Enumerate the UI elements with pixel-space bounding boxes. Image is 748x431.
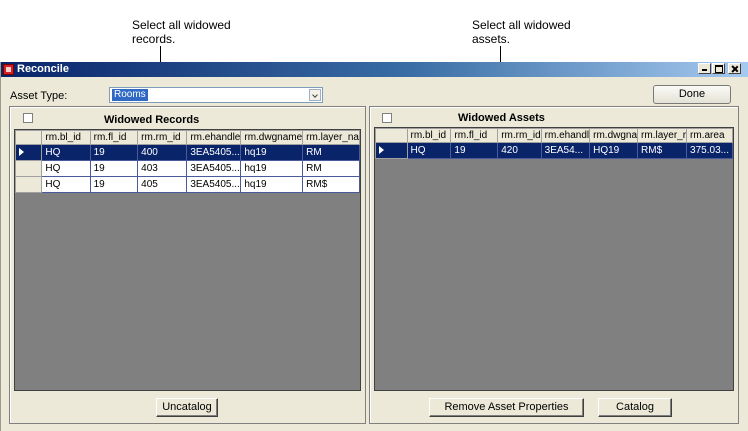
table-cell[interactable]: HQ [406, 142, 452, 159]
column-header[interactable]: rm.area [686, 128, 733, 143]
select-all-records-checkbox[interactable] [23, 113, 33, 123]
records-table: rm.bl_id rm.fl_id rm.rm_id rm.ehandle rm… [14, 130, 360, 193]
asset-type-dropdown[interactable]: Rooms [109, 87, 323, 103]
catalog-button[interactable]: Catalog [598, 398, 672, 417]
table-cell[interactable]: RM$ [637, 142, 688, 159]
assets-table: rm.bl_id rm.fl_id rm.rm_id rm.ehandl rm.… [375, 128, 733, 159]
column-header[interactable]: rm.dwgname [240, 130, 304, 145]
title-bar[interactable]: Reconcile [1, 62, 748, 77]
table-cell[interactable]: 375.03... [686, 142, 733, 159]
assets-grid[interactable]: rm.bl_id rm.fl_id rm.rm_id rm.ehandl rm.… [374, 127, 734, 391]
uncatalog-button[interactable]: Uncatalog [156, 398, 218, 417]
column-header[interactable]: rm.bl_id [41, 130, 91, 145]
grid-corner [375, 128, 408, 143]
widowed-records-panel: Widowed Records rm.bl_id rm.fl_id rm.rm_… [9, 106, 366, 424]
table-cell[interactable]: 3EA5405... [186, 160, 242, 177]
table-cell[interactable]: hq19 [240, 160, 304, 177]
row-selector[interactable] [14, 176, 43, 193]
current-row-arrow-icon [19, 148, 24, 157]
chevron-down-icon[interactable] [309, 89, 321, 101]
callout-line-1: Select all widowed [472, 18, 571, 32]
callout-line-2: assets. [472, 32, 511, 46]
table-cell[interactable]: 19 [89, 144, 139, 161]
window-controls [698, 63, 741, 74]
table-cell[interactable]: 19 [89, 176, 139, 193]
table-row[interactable]: HQ 19 400 3EA5405... hq19 RM [14, 144, 360, 161]
table-cell[interactable]: 3EA5405... [186, 176, 242, 193]
widowed-assets-panel: Widowed Assets rm.bl_id rm.fl_id rm.rm_i… [369, 106, 739, 424]
select-all-assets-checkbox[interactable] [382, 113, 392, 123]
table-cell[interactable]: hq19 [240, 144, 304, 161]
table-row[interactable]: HQ 19 403 3EA5405... hq19 RM [14, 160, 360, 177]
widowed-assets-title: Widowed Assets [458, 112, 545, 124]
column-header[interactable]: rm.dwgna [589, 128, 639, 143]
callout-line-2: records. [132, 32, 176, 46]
column-header[interactable]: rm.ehandl [540, 128, 591, 143]
table-cell[interactable]: 403 [137, 160, 188, 177]
column-header[interactable]: rm.fl_id [450, 128, 499, 143]
records-header-row: rm.bl_id rm.fl_id rm.rm_id rm.ehandle rm… [14, 130, 360, 145]
table-cell[interactable]: 3EA5405... [186, 144, 242, 161]
app-icon [3, 64, 14, 75]
table-cell[interactable]: 19 [450, 142, 499, 159]
row-selector[interactable] [375, 142, 408, 159]
done-button[interactable]: Done [653, 85, 731, 104]
table-cell[interactable]: hq19 [240, 176, 304, 193]
current-row-arrow-icon [379, 146, 384, 155]
reconcile-window: Reconcile Asset Type: Rooms Done Widowed… [0, 62, 748, 431]
remove-asset-properties-button[interactable]: Remove Asset Properties [429, 398, 584, 417]
table-cell[interactable]: RM$ [302, 176, 360, 193]
table-cell[interactable]: 405 [137, 176, 188, 193]
table-cell[interactable]: HQ [41, 176, 91, 193]
row-selector[interactable] [14, 144, 43, 161]
maximize-icon[interactable] [712, 63, 725, 74]
minimize-icon[interactable] [698, 63, 711, 74]
assets-header-row: rm.bl_id rm.fl_id rm.rm_id rm.ehandl rm.… [375, 128, 733, 143]
table-cell[interactable]: RM [302, 144, 360, 161]
table-cell[interactable]: HQ19 [589, 142, 639, 159]
callout-select-records: Select all widowed records. [132, 18, 231, 46]
table-cell[interactable]: RM [302, 160, 360, 177]
table-cell[interactable]: 420 [497, 142, 542, 159]
table-row[interactable]: HQ 19 405 3EA5405... hq19 RM$ [14, 176, 360, 193]
widowed-records-title: Widowed Records [104, 114, 200, 126]
column-header[interactable]: rm.layer_r [637, 128, 688, 143]
asset-type-value: Rooms [112, 89, 148, 101]
asset-type-label: Asset Type: [10, 90, 68, 102]
row-selector[interactable] [14, 160, 43, 177]
table-cell[interactable]: HQ [41, 144, 91, 161]
close-icon[interactable] [728, 63, 741, 74]
table-cell[interactable]: 400 [137, 144, 188, 161]
column-header[interactable]: rm.layer_na [302, 130, 360, 145]
column-header[interactable]: rm.rm_id [137, 130, 188, 145]
column-header[interactable]: rm.ehandle [186, 130, 242, 145]
window-title: Reconcile [17, 63, 69, 75]
column-header[interactable]: rm.fl_id [89, 130, 139, 145]
records-grid[interactable]: rm.bl_id rm.fl_id rm.rm_id rm.ehandle rm… [14, 129, 361, 391]
column-header[interactable]: rm.bl_id [406, 128, 452, 143]
table-row[interactable]: HQ 19 420 3EA54... HQ19 RM$ 375.03... [375, 142, 733, 159]
table-cell[interactable]: 19 [89, 160, 139, 177]
callout-line-1: Select all widowed [132, 18, 231, 32]
table-cell[interactable]: HQ [41, 160, 91, 177]
table-cell[interactable]: 3EA54... [540, 142, 591, 159]
column-header[interactable]: rm.rm_id [497, 128, 542, 143]
callout-select-assets: Select all widowed assets. [472, 18, 571, 46]
grid-corner [14, 130, 43, 145]
